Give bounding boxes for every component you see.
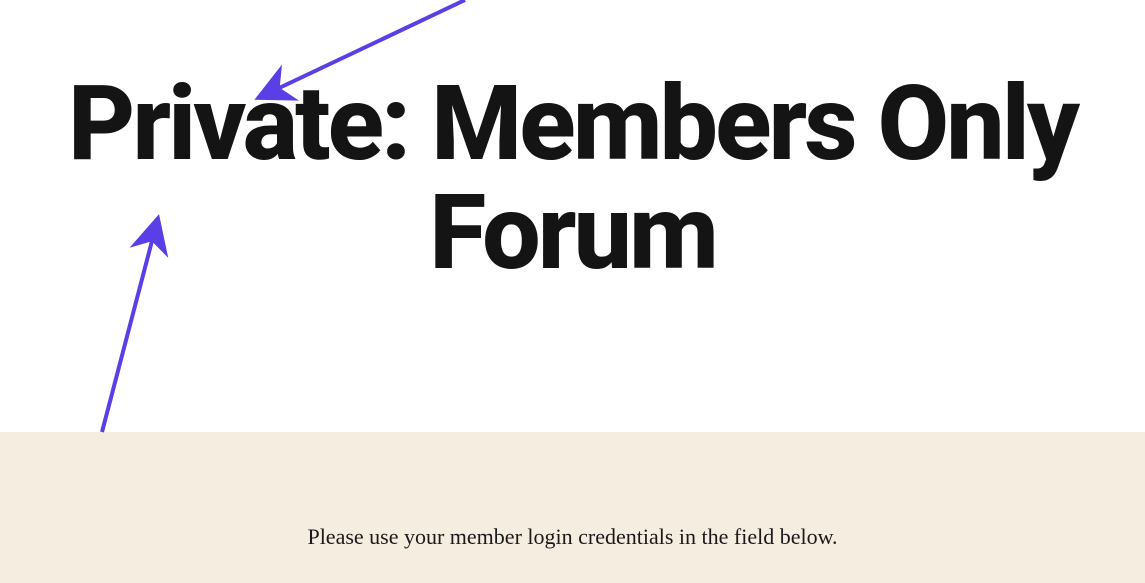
content-inner: Please use your member login credentials…	[213, 432, 933, 550]
hero-header: Private: Members Only Forum	[0, 0, 1145, 408]
content-band: Please use your member login credentials…	[0, 432, 1145, 583]
page-title: Private: Members Only Forum	[20, 70, 1125, 288]
login-instruction: Please use your member login credentials…	[213, 524, 933, 550]
